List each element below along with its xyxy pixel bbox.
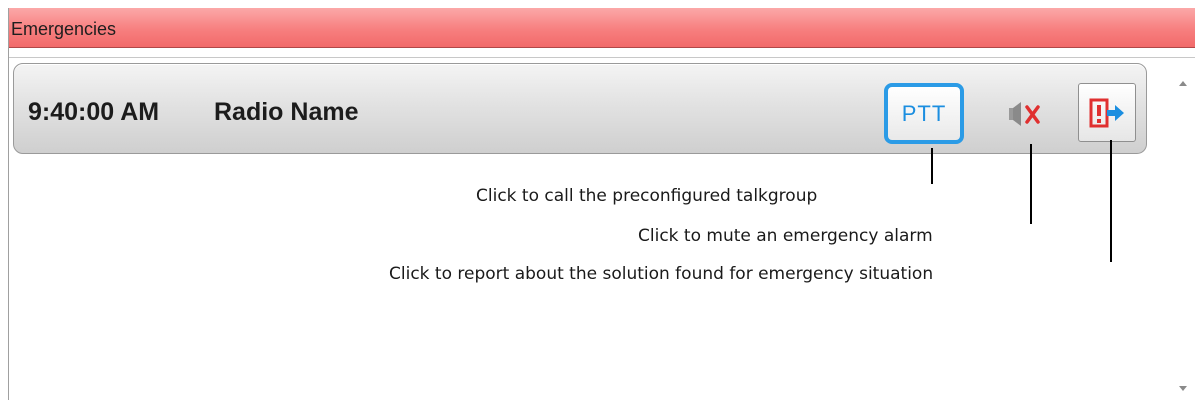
panel-title: Emergencies [11,19,117,39]
ptt-label: PTT [901,100,947,126]
ptt-callout: Click to call the preconfigured talkgrou… [476,186,818,206]
scroll-down-arrow-icon[interactable] [1179,386,1187,391]
emergency-row[interactable]: 9:40:00 AM Radio Name PTT [13,63,1147,154]
mute-alarm-button[interactable] [1002,94,1052,134]
exclamation-exit-icon [1089,98,1124,127]
scroll-up-arrow-icon[interactable] [1179,81,1187,86]
vertical-scrollbar[interactable] [1173,59,1195,400]
report-solution-button[interactable] [1078,83,1136,142]
solution-leader-line [1110,140,1112,262]
radio-name: Radio Name [214,98,359,126]
header-separator [9,48,1195,58]
mute-callout: Click to mute an emergency alarm [638,226,933,246]
mute-leader-line [1030,144,1032,224]
speaker-muted-icon [1009,102,1040,126]
ptt-leader-line [931,148,933,184]
panel-header: Emergencies [9,8,1195,48]
emergency-time: 9:40:00 AM [28,98,160,126]
ptt-button[interactable]: PTT [884,83,964,144]
solution-callout: Click to report about the solution found… [389,264,934,284]
